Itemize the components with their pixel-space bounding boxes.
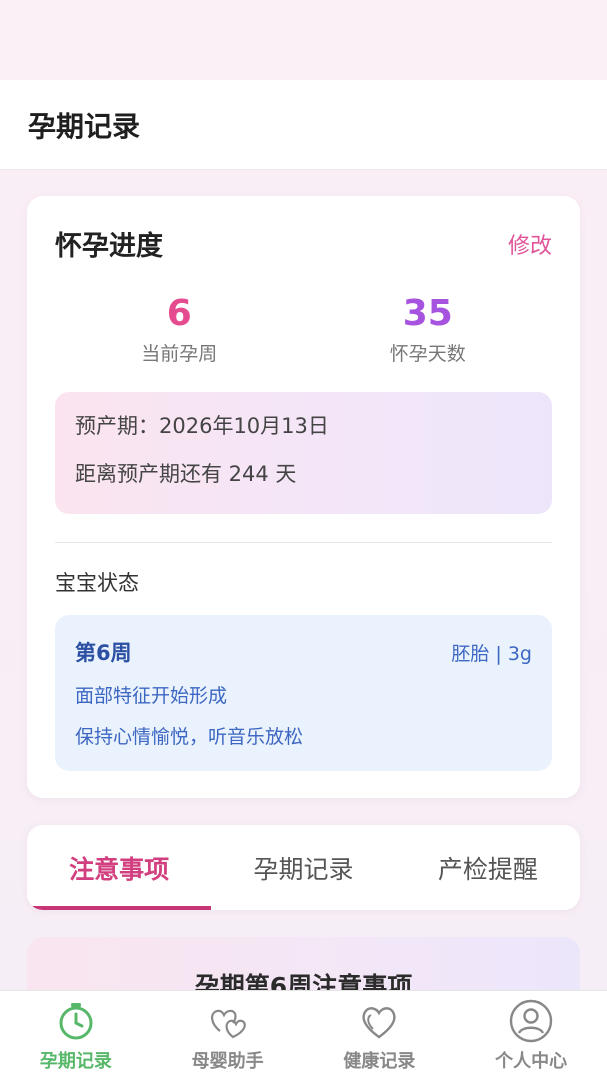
nav-mother-baby-assistant[interactable]: 母婴助手 xyxy=(152,991,304,1080)
page-title: 孕期记录 xyxy=(28,109,141,143)
timer-icon xyxy=(59,1003,93,1040)
tab-pregnancy-records[interactable]: 孕期记录 xyxy=(211,825,395,910)
current-week-value: 6 xyxy=(166,293,192,334)
due-date-text: 预产期：2026年10月13日 xyxy=(75,414,329,438)
tab-bar: 注意事项 孕期记录 产检提醒 xyxy=(27,825,580,910)
nav-label: 母婴助手 xyxy=(191,1051,264,1072)
pregnancy-days-stat: 35 怀孕天数 xyxy=(304,293,553,366)
nav-personal-center[interactable]: 个人中心 xyxy=(455,991,607,1080)
baby-feature: 面部特征开始形成 xyxy=(75,685,228,707)
heart-icon xyxy=(362,1007,397,1039)
nav-label: 健康记录 xyxy=(343,1051,416,1072)
app-header: 孕期记录 xyxy=(0,80,607,170)
baby-status-box: 第6周 胚胎 | 3g 面部特征开始形成 保持心情愉悦，听音乐放松 xyxy=(55,615,552,771)
progress-stats: 6 当前孕周 35 怀孕天数 xyxy=(55,293,552,366)
tab-precautions[interactable]: 注意事项 xyxy=(27,825,212,910)
nav-label: 个人中心 xyxy=(495,1051,568,1072)
current-week-stat: 6 当前孕周 xyxy=(55,293,304,366)
nav-label: 孕期记录 xyxy=(39,1051,112,1072)
tab-checkup-reminder[interactable]: 产检提醒 xyxy=(396,825,580,910)
nav-pregnancy-records[interactable]: 孕期记录 xyxy=(0,991,152,1080)
remaining-days-text: 距离预产期还有 244 天 xyxy=(75,462,297,486)
divider xyxy=(55,542,552,543)
hearts-icon xyxy=(210,1009,246,1039)
baby-status-row: 第6周 胚胎 | 3g xyxy=(75,637,532,667)
current-week-label: 当前孕周 xyxy=(141,343,218,365)
pregnancy-days-value: 35 xyxy=(402,293,453,334)
status-area xyxy=(0,0,607,80)
edit-button[interactable]: 修改 xyxy=(508,228,552,260)
baby-size: 胚胎 | 3g xyxy=(451,642,532,665)
baby-status-label: 宝宝状态 xyxy=(55,571,139,595)
user-icon xyxy=(509,999,553,1043)
nav-health-records[interactable]: 健康记录 xyxy=(304,991,456,1080)
progress-title: 怀孕进度 xyxy=(55,231,163,262)
bottom-nav: 孕期记录 母婴助手 健康记录 个人中心 xyxy=(0,990,607,1080)
pregnancy-progress-card: 怀孕进度 修改 6 当前孕周 35 怀孕天数 预产期：2026年10月13日 距… xyxy=(27,196,580,798)
progress-card-header: 怀孕进度 修改 xyxy=(55,224,552,263)
due-date-box: 预产期：2026年10月13日 距离预产期还有 244 天 xyxy=(55,392,552,514)
baby-tip: 保持心情愉悦，听音乐放松 xyxy=(75,726,304,748)
baby-week: 第6周 xyxy=(75,641,132,665)
pregnancy-days-label: 怀孕天数 xyxy=(389,343,466,365)
